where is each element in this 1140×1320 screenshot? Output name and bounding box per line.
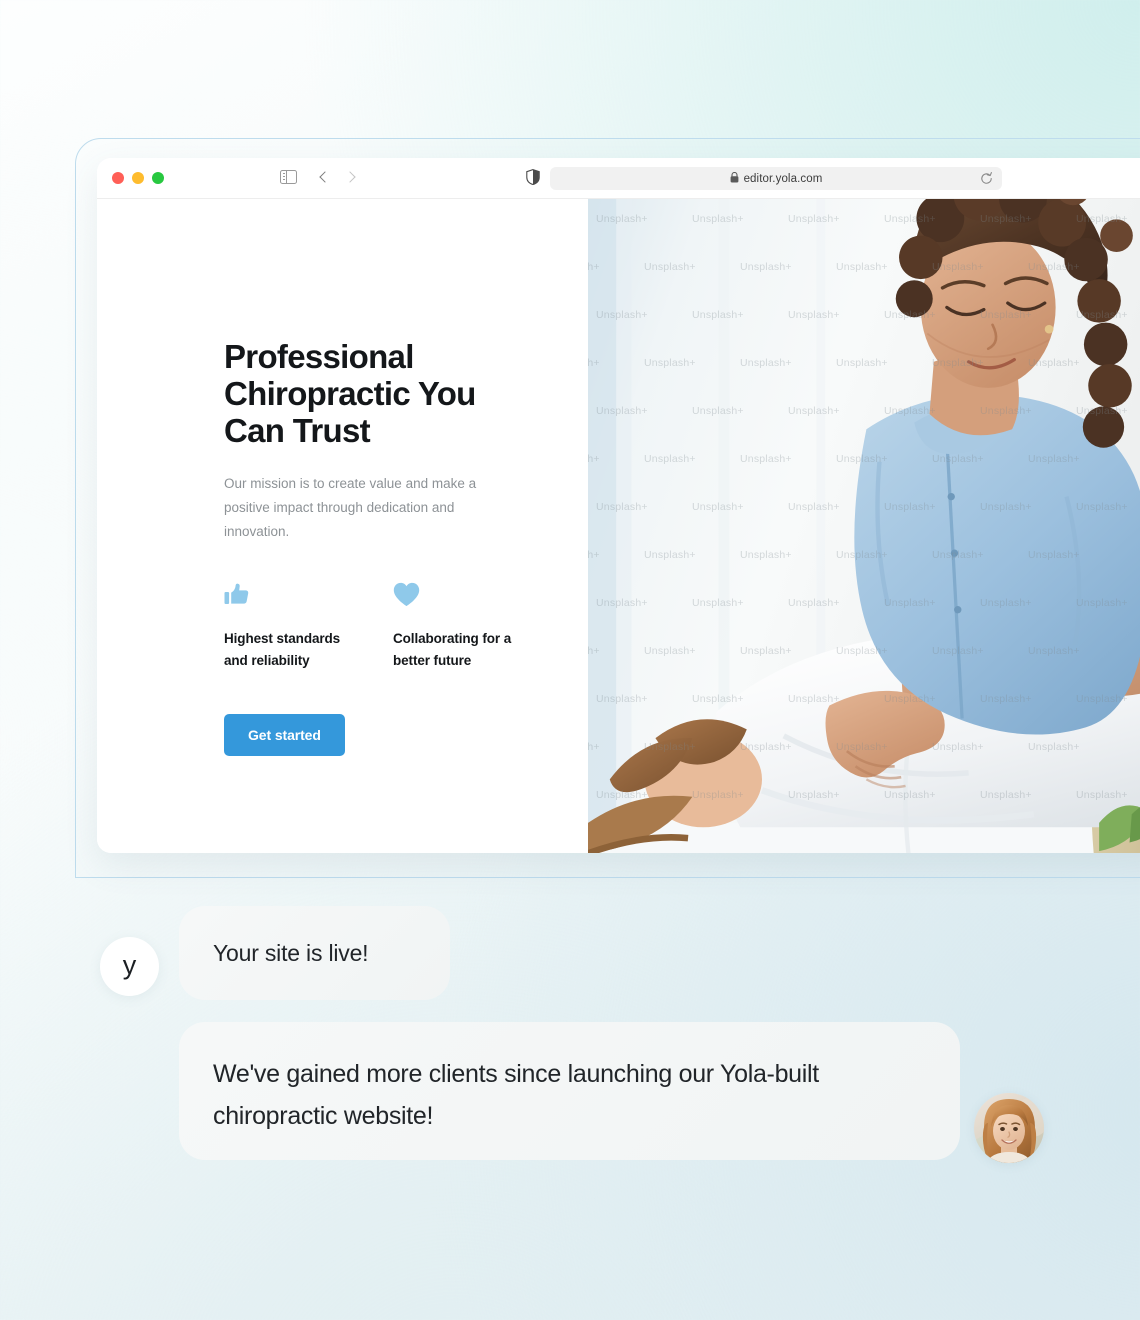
address-bar[interactable]: editor.yola.com <box>550 167 1002 190</box>
address-bar-url: editor.yola.com <box>743 172 823 185</box>
heart-icon <box>393 582 526 608</box>
hero-text-column: Professional Chiropractic You Can Trust … <box>97 199 588 853</box>
get-started-button[interactable]: Get started <box>224 714 345 757</box>
lock-icon <box>730 171 739 185</box>
thumbs-up-icon <box>224 582 357 608</box>
address-bar-content: editor.yola.com <box>550 167 1002 190</box>
page-title: Professional Chiropractic You Can Trust <box>224 338 476 449</box>
client-avatar <box>974 1093 1044 1163</box>
feature-item: Highest standards and reliability <box>224 582 357 671</box>
browser-toolbar: editor.yola.com <box>97 158 1140 199</box>
sidebar-toggle-icon[interactable] <box>280 169 297 185</box>
maximize-window-button[interactable] <box>152 172 164 184</box>
yola-logo-letter: y <box>122 949 137 980</box>
website-preview: Professional Chiropractic You Can Trust … <box>97 199 1140 853</box>
feature-label: Collaborating for a better future <box>393 630 512 668</box>
reload-icon[interactable] <box>980 172 993 185</box>
yola-brand-avatar: y <box>100 937 159 996</box>
back-button[interactable] <box>318 170 332 184</box>
minimize-window-button[interactable] <box>132 172 144 184</box>
feature-label: Highest standards and reliability <box>224 630 341 668</box>
hero-image: Unsplash+ Unsplash+ Unsplash+ Unsplash+ … <box>588 199 1140 853</box>
browser-window: editor.yola.com Professional Chiropracti… <box>97 158 1140 853</box>
chat-bubble-testimonial: We've gained more clients since launchin… <box>179 1022 960 1160</box>
forward-button[interactable] <box>343 170 357 184</box>
hero-subtitle: Our mission is to create value and make … <box>224 475 477 539</box>
feature-list: Highest standards and reliability Collab… <box>224 582 588 671</box>
window-controls <box>112 172 164 184</box>
shield-icon[interactable] <box>526 169 540 186</box>
feature-item: Collaborating for a better future <box>393 582 526 671</box>
chat-bubble-site-live: Your site is live! <box>179 906 450 1000</box>
close-window-button[interactable] <box>112 172 124 184</box>
